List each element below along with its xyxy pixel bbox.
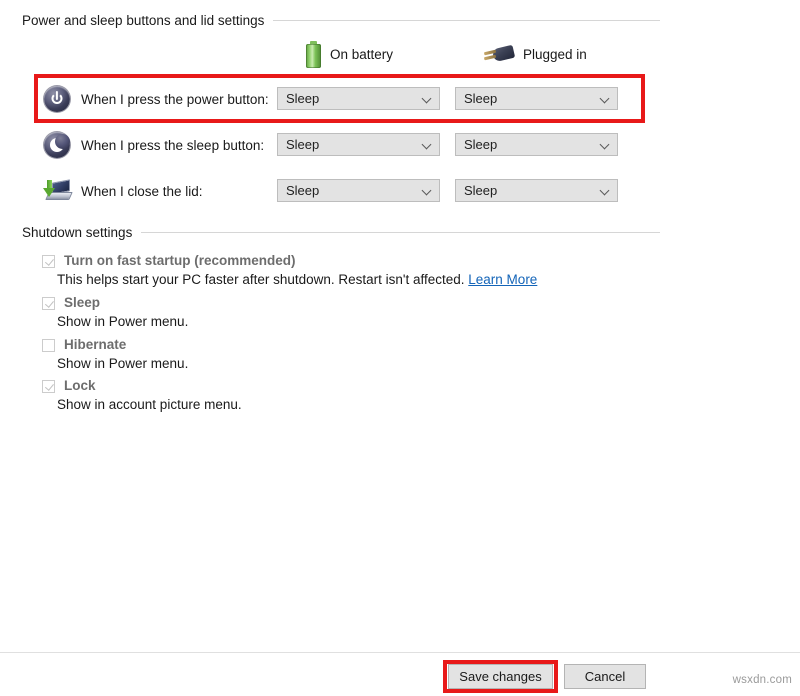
checkbox-hibernate[interactable] xyxy=(42,339,55,352)
chevron-down-icon xyxy=(601,94,610,103)
power-plug-icon xyxy=(484,44,514,64)
dropdown-sleep-button-on-battery-value: Sleep xyxy=(286,137,319,152)
cancel-button-label: Cancel xyxy=(585,669,625,684)
chevron-down-icon xyxy=(423,140,432,149)
setting-row-sleep-button-label: When I press the sleep button: xyxy=(81,138,264,153)
dropdown-close-lid-plugged-in-value: Sleep xyxy=(464,183,497,198)
checkbox-item-lock-description: Show in account picture menu. xyxy=(57,397,242,412)
setting-row-close-lid-label: When I close the lid: xyxy=(81,184,203,199)
column-header-plugged-in-label: Plugged in xyxy=(523,47,587,62)
checkbox-item-sleep-description: Show in Power menu. xyxy=(57,314,188,329)
dropdown-close-lid-on-battery-value: Sleep xyxy=(286,183,319,198)
checkbox-lock[interactable] xyxy=(42,380,55,393)
setting-row-power-button-label: When I press the power button: xyxy=(81,92,269,107)
watermark: wsxdn.com xyxy=(733,674,792,686)
section-divider-rule xyxy=(141,232,660,233)
section-divider-rule xyxy=(273,20,660,21)
checkbox-fast-startup[interactable] xyxy=(42,255,55,268)
chevron-down-icon xyxy=(601,186,610,195)
power-buttons-section-title: Power and sleep buttons and lid settings xyxy=(22,13,273,28)
chevron-down-icon xyxy=(423,94,432,103)
checkbox-item-hibernate-label: Hibernate xyxy=(64,337,126,352)
checkbox-item-hibernate-description: Show in Power menu. xyxy=(57,356,188,371)
setting-row-close-lid: When I close the lid: xyxy=(42,176,203,206)
checkbox-item-lock[interactable]: Lock xyxy=(42,378,96,393)
cancel-button[interactable]: Cancel xyxy=(564,664,646,689)
dropdown-power-button-plugged-in[interactable]: Sleep xyxy=(455,87,618,110)
checkbox-item-lock-label: Lock xyxy=(64,378,96,393)
shutdown-settings-section-header: Shutdown settings xyxy=(22,225,660,240)
chevron-down-icon xyxy=(423,186,432,195)
shutdown-settings-section-title: Shutdown settings xyxy=(22,225,141,240)
column-header-plugged-in: Plugged in xyxy=(484,44,587,64)
checkbox-item-sleep[interactable]: Sleep xyxy=(42,295,100,310)
checkbox-item-fast-startup[interactable]: Turn on fast startup (recommended) xyxy=(42,253,296,268)
chevron-down-icon xyxy=(601,140,610,149)
save-changes-button-label: Save changes xyxy=(459,669,541,684)
battery-icon xyxy=(306,41,321,68)
footer-divider xyxy=(0,652,800,653)
checkbox-item-hibernate[interactable]: Hibernate xyxy=(42,337,126,352)
dropdown-sleep-button-plugged-in[interactable]: Sleep xyxy=(455,133,618,156)
setting-row-sleep-button: When I press the sleep button: xyxy=(42,130,264,160)
fast-startup-description-text: This helps start your PC faster after sh… xyxy=(57,272,465,287)
checkbox-item-sleep-label: Sleep xyxy=(64,295,100,310)
power-button-icon xyxy=(42,84,72,114)
checkbox-item-fast-startup-description: This helps start your PC faster after sh… xyxy=(57,272,537,287)
checkbox-sleep[interactable] xyxy=(42,297,55,310)
dropdown-close-lid-on-battery[interactable]: Sleep xyxy=(277,179,440,202)
dropdown-sleep-button-on-battery[interactable]: Sleep xyxy=(277,133,440,156)
setting-row-power-button: When I press the power button: xyxy=(42,84,269,114)
power-buttons-section-header: Power and sleep buttons and lid settings xyxy=(22,13,660,28)
checkbox-item-fast-startup-label: Turn on fast startup (recommended) xyxy=(64,253,296,268)
dropdown-power-button-plugged-in-value: Sleep xyxy=(464,91,497,106)
dropdown-power-button-on-battery-value: Sleep xyxy=(286,91,319,106)
dropdown-power-button-on-battery[interactable]: Sleep xyxy=(277,87,440,110)
sleep-button-icon xyxy=(42,130,72,160)
laptop-lid-icon xyxy=(42,176,72,206)
column-header-on-battery: On battery xyxy=(306,41,393,68)
save-changes-button[interactable]: Save changes xyxy=(448,664,553,689)
dropdown-close-lid-plugged-in[interactable]: Sleep xyxy=(455,179,618,202)
learn-more-link[interactable]: Learn More xyxy=(468,272,537,287)
column-header-on-battery-label: On battery xyxy=(330,47,393,62)
dropdown-sleep-button-plugged-in-value: Sleep xyxy=(464,137,497,152)
